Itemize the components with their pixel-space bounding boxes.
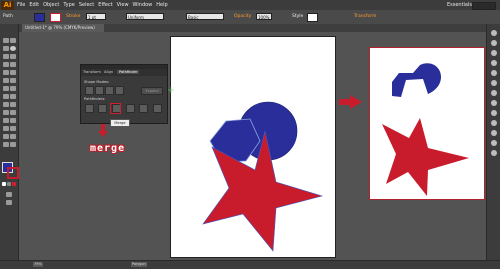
merged-blue-shape [392, 63, 441, 97]
current-tool-status[interactable]: Polygon [131, 262, 147, 267]
zoom-level[interactable]: 79% [33, 262, 43, 267]
merged-red-star-shape [382, 118, 469, 196]
result-artwork [382, 63, 469, 196]
